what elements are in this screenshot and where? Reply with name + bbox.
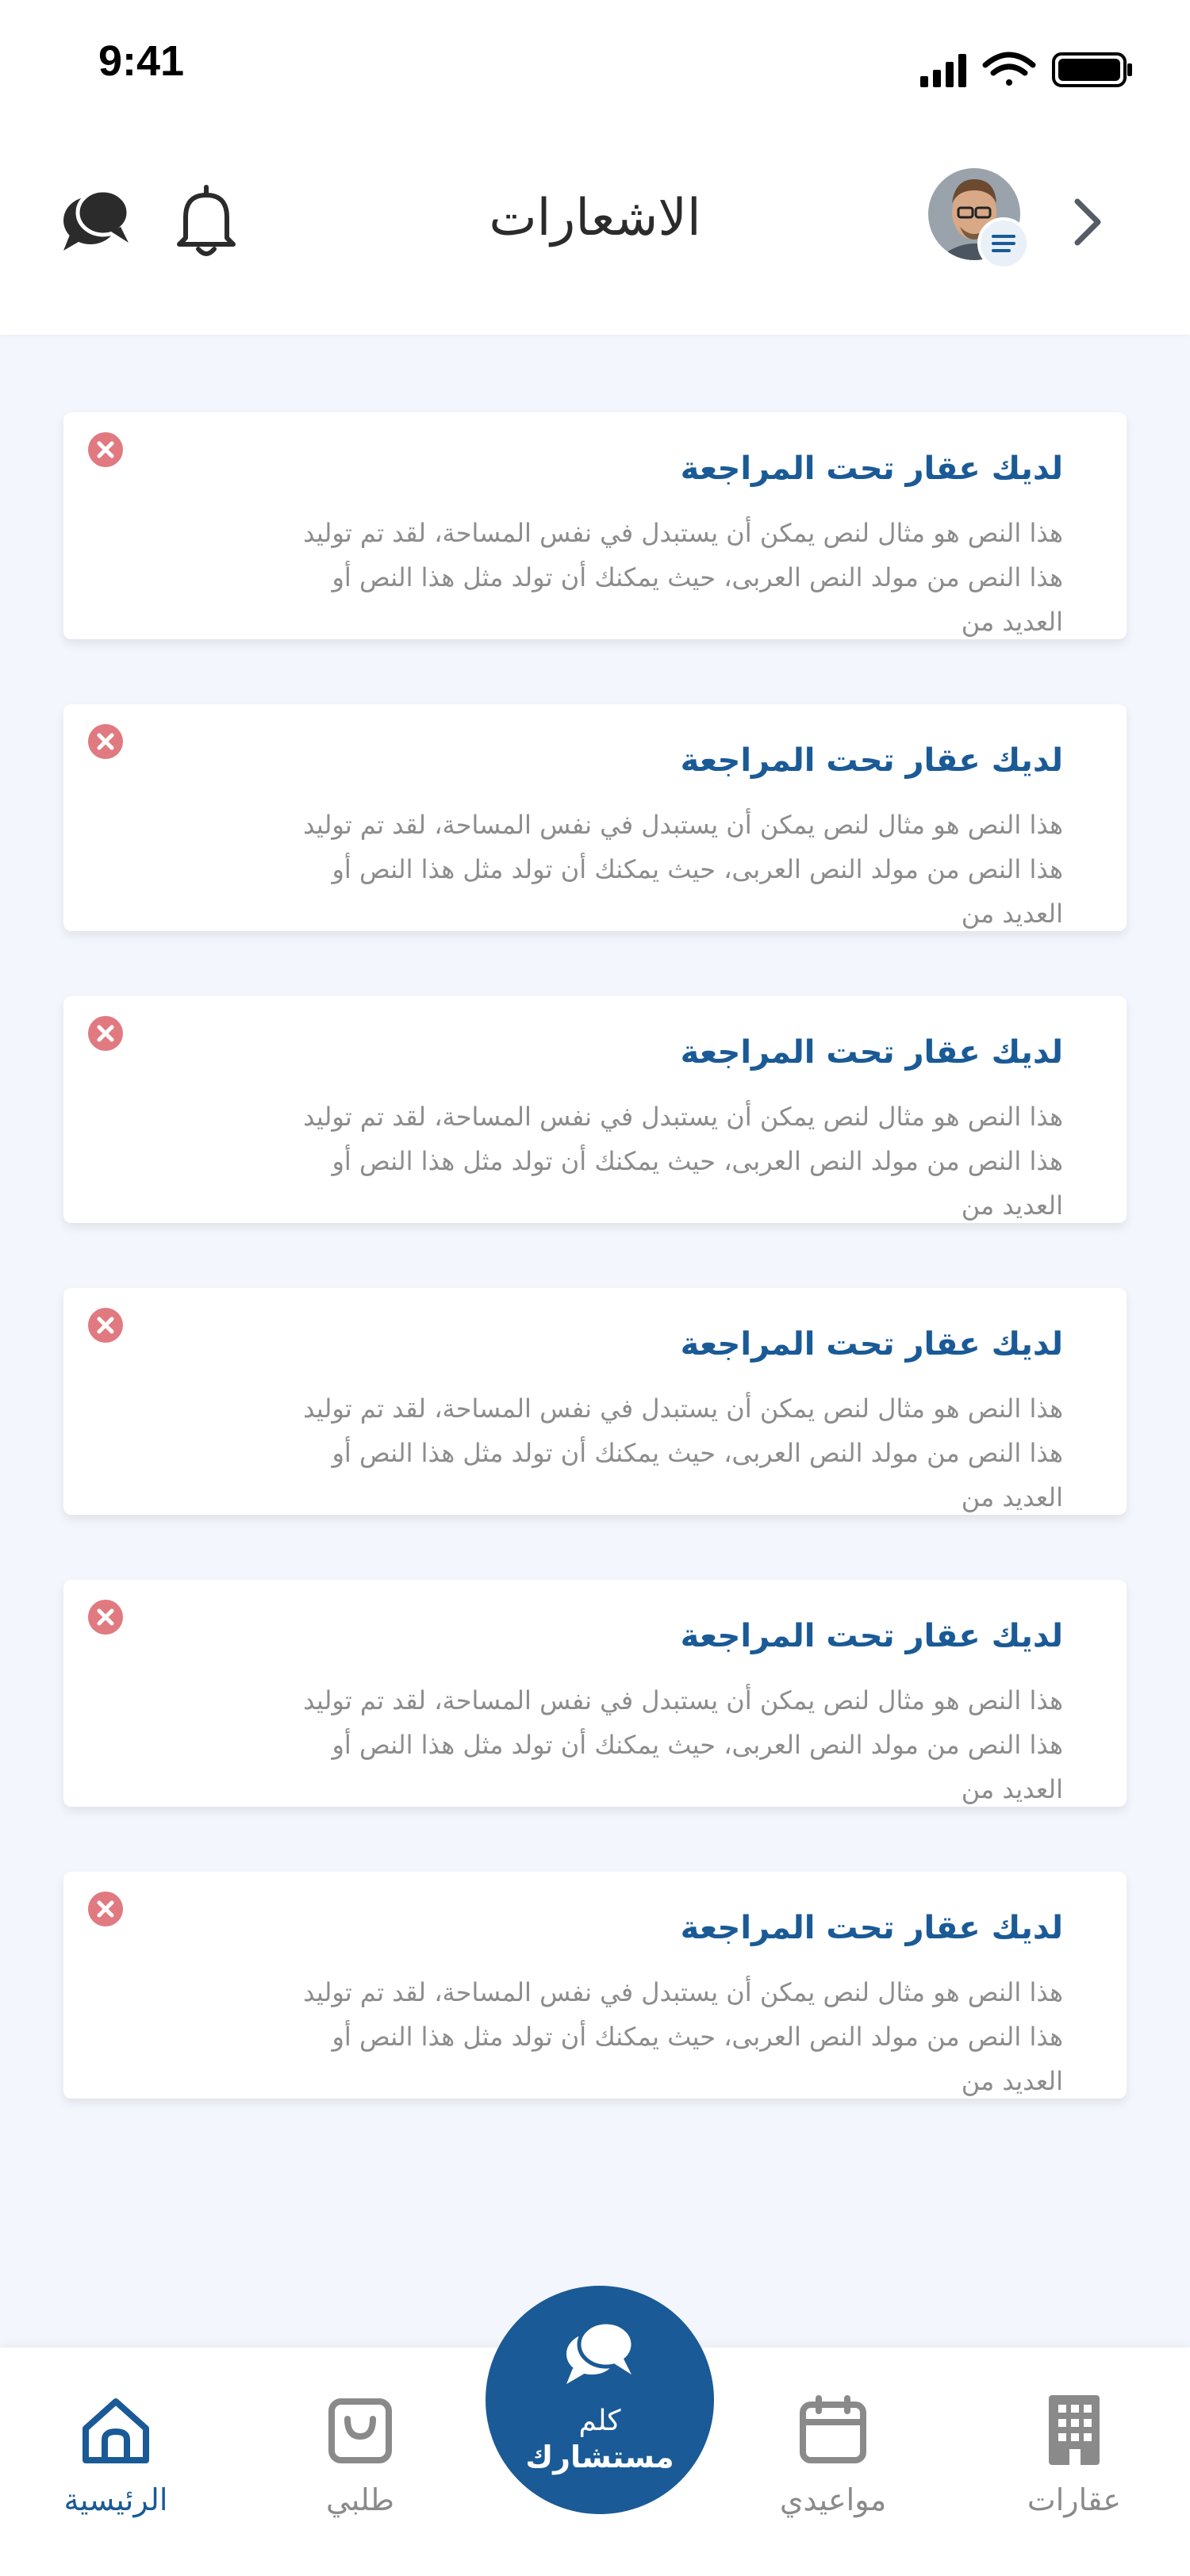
consult-button[interactable]: كلم مستشارك	[486, 2286, 714, 2514]
notification-body: هذا النص هو مثال لنص يمكن أن يستبدل في ن…	[303, 1685, 1063, 1804]
notification-title: لديك عقار تحت المراجعة	[680, 1618, 1063, 1654]
status-icons	[920, 52, 1132, 87]
building-icon	[1049, 2395, 1100, 2465]
nav-label-appointments: مواعيدي	[779, 2482, 887, 2517]
notification-title: لديك عقار تحت المراجعة	[680, 1326, 1063, 1363]
notification-card[interactable]: لديك عقار تحت المراجعة هذا النص هو مثال …	[63, 704, 1127, 931]
nav-item-properties[interactable]: عقارات	[987, 2392, 1161, 2535]
wifi-icon	[982, 52, 1036, 86]
notification-title: لديك عقار تحت المراجعة	[680, 450, 1063, 487]
close-icon[interactable]	[87, 1015, 124, 1052]
nav-label-orders: طلبي	[326, 2482, 394, 2517]
close-icon[interactable]	[87, 1599, 124, 1635]
close-icon[interactable]	[87, 723, 124, 760]
nav-item-orders[interactable]: طلبي	[273, 2392, 447, 2535]
close-icon[interactable]	[87, 431, 124, 468]
nav-item-appointments[interactable]: مواعيدي	[746, 2392, 920, 2535]
chevron-right-icon[interactable]	[1063, 190, 1111, 254]
notification-title: لديك عقار تحت المراجعة	[680, 1910, 1063, 1946]
menu-lines-icon	[992, 235, 1015, 252]
chat-bubbles-icon	[563, 2320, 635, 2384]
consult-label-line1: كلم	[578, 2405, 621, 2437]
signal-icon	[920, 54, 966, 87]
close-icon[interactable]	[87, 1307, 124, 1344]
notification-body: هذا النص هو مثال لنص يمكن أن يستبدل في ن…	[303, 518, 1063, 637]
shopping-bag-icon	[328, 2398, 392, 2463]
avatar[interactable]	[928, 168, 1030, 270]
notification-body: هذا النص هو مثال لنص يمكن أن يستبدل في ن…	[303, 1977, 1063, 2096]
notification-card[interactable]: لديك عقار تحت المراجعة هذا النص هو مثال …	[63, 996, 1127, 1223]
close-icon[interactable]	[87, 1891, 124, 1927]
notification-card[interactable]: لديك عقار تحت المراجعة هذا النص هو مثال …	[63, 412, 1127, 639]
home-icon	[83, 2398, 149, 2463]
notification-card[interactable]: لديك عقار تحت المراجعة هذا النص هو مثال …	[63, 1872, 1127, 2099]
battery-icon	[1052, 52, 1132, 87]
nav-label-properties: عقارات	[1027, 2482, 1122, 2517]
nav-label-home: الرئيسية	[63, 2482, 168, 2517]
status-bar: 9:41	[0, 0, 1190, 127]
notification-list: لديك عقار تحت المراجعة هذا النص هو مثال …	[63, 412, 1127, 2164]
consult-label-line2: مستشارك	[525, 2440, 674, 2474]
notification-body: هذا النص هو مثال لنص يمكن أن يستبدل في ن…	[303, 1102, 1063, 1221]
header: الاشعارات	[0, 127, 1190, 335]
notification-body: هذا النص هو مثال لنص يمكن أن يستبدل في ن…	[303, 1393, 1063, 1512]
nav-item-home[interactable]: الرئيسية	[29, 2392, 203, 2535]
notification-title: لديك عقار تحت المراجعة	[680, 1034, 1063, 1071]
notification-body: هذا النص هو مثال لنص يمكن أن يستبدل في ن…	[303, 810, 1063, 929]
menu-badge[interactable]	[977, 217, 1030, 270]
notification-title: لديك عقار تحت المراجعة	[680, 742, 1063, 779]
calendar-icon	[800, 2395, 866, 2463]
notification-card[interactable]: لديك عقار تحت المراجعة هذا النص هو مثال …	[63, 1580, 1127, 1807]
notification-card[interactable]: لديك عقار تحت المراجعة هذا النص هو مثال …	[63, 1288, 1127, 1515]
status-time: 9:41	[98, 37, 185, 85]
